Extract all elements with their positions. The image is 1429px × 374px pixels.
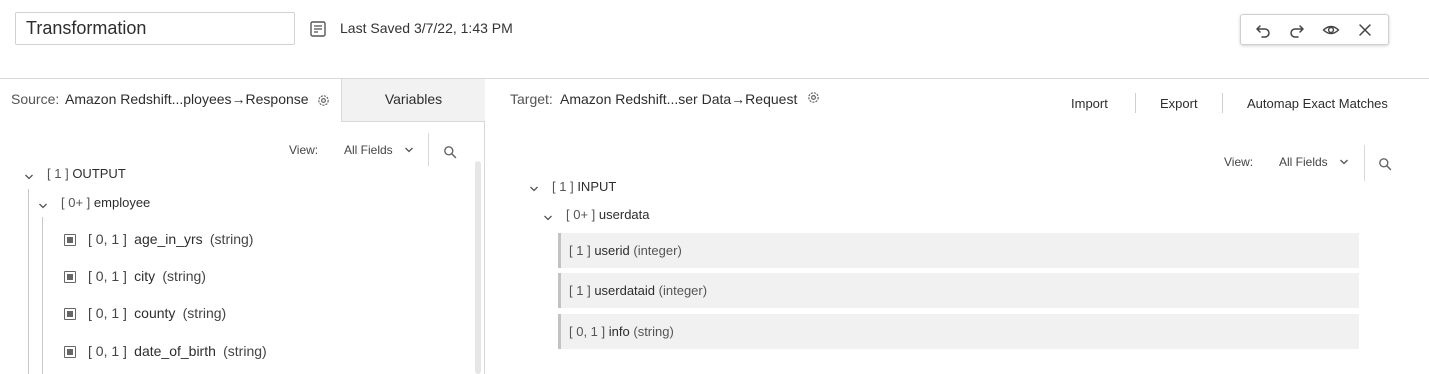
field-name: city bbox=[134, 268, 156, 284]
chevron-down-icon[interactable] bbox=[404, 145, 414, 155]
last-saved-text: Last Saved 3/7/22, 1:43 PM bbox=[340, 20, 513, 36]
source-view-select[interactable]: All Fields bbox=[344, 143, 393, 157]
output-collapse-chevron-icon[interactable] bbox=[24, 172, 34, 182]
header: Last Saved 3/7/22, 1:43 PM bbox=[0, 0, 1429, 79]
tree-node-input[interactable]: [ 1 ] INPUT bbox=[552, 179, 616, 194]
field-cardinality: [ 0, 1 ] bbox=[88, 231, 127, 247]
field-cardinality: [ 1 ] bbox=[569, 283, 591, 298]
field-cardinality: [ 0, 1 ] bbox=[569, 324, 606, 339]
notes-icon[interactable] bbox=[309, 20, 327, 38]
node-cardinality: [ 1 ] bbox=[47, 166, 69, 181]
tree-guide-line bbox=[42, 217, 43, 374]
transformation-name-input[interactable] bbox=[15, 12, 295, 45]
source-field-row[interactable]: [ 0, 1 ] city (string) bbox=[88, 268, 206, 284]
field-checkbox[interactable] bbox=[64, 308, 76, 320]
tree-node-userdata[interactable]: [ 0+ ] userdata bbox=[566, 207, 650, 222]
field-checkbox[interactable] bbox=[64, 271, 76, 283]
import-button[interactable]: Import bbox=[1071, 96, 1108, 111]
chevron-down-icon[interactable] bbox=[1339, 157, 1349, 167]
target-settings-gear-icon[interactable] bbox=[806, 90, 821, 105]
automap-button[interactable]: Automap Exact Matches bbox=[1247, 96, 1388, 111]
source-field-row[interactable]: [ 0, 1 ] age_in_yrs (string) bbox=[88, 231, 253, 247]
source-panel: Source: Amazon Redshift...ployees→Respon… bbox=[0, 79, 485, 374]
target-field-row[interactable]: [ 0, 1 ] info (string) bbox=[558, 314, 1359, 349]
employee-collapse-chevron-icon[interactable] bbox=[38, 201, 48, 211]
target-panel: Target: Amazon Redshift...ser Data→Reque… bbox=[486, 79, 1429, 374]
tree-node-employee[interactable]: [ 0+ ] employee bbox=[61, 195, 150, 210]
source-scrollbar[interactable] bbox=[475, 161, 481, 374]
target-view-label: View: bbox=[1224, 155, 1254, 169]
field-type: (string) bbox=[209, 231, 254, 247]
divider bbox=[1135, 93, 1136, 113]
field-name: date_of_birth bbox=[134, 343, 216, 359]
target-field-row[interactable]: [ 1 ] userdataid (integer) bbox=[558, 273, 1359, 308]
node-name: INPUT bbox=[577, 179, 617, 194]
tree-node-output[interactable]: [ 1 ] OUTPUT bbox=[47, 166, 126, 181]
field-type: (string) bbox=[162, 268, 206, 284]
redo-icon[interactable] bbox=[1288, 21, 1306, 39]
source-label: Source: bbox=[11, 91, 60, 107]
userdata-collapse-chevron-icon[interactable] bbox=[543, 213, 553, 223]
field-cardinality: [ 1 ] bbox=[569, 243, 591, 258]
editor-toolbar bbox=[1240, 14, 1389, 45]
node-name: employee bbox=[93, 195, 151, 210]
source-settings-gear-icon[interactable] bbox=[316, 93, 331, 108]
field-type: (integer) bbox=[658, 283, 708, 298]
target-label: Target: bbox=[510, 91, 553, 107]
node-name: userdata bbox=[598, 207, 650, 222]
target-value: Amazon Redshift...ser Data→Request bbox=[560, 91, 798, 107]
eye-icon[interactable] bbox=[1322, 21, 1340, 39]
field-name: county bbox=[134, 305, 176, 321]
field-cardinality: [ 0, 1 ] bbox=[88, 305, 127, 321]
input-collapse-chevron-icon[interactable] bbox=[529, 184, 539, 194]
source-header: Source: Amazon Redshift...ployees→Respon… bbox=[0, 79, 342, 122]
field-checkbox[interactable] bbox=[64, 234, 76, 246]
node-cardinality: [ 0+ ] bbox=[61, 195, 91, 210]
field-checkbox[interactable] bbox=[64, 346, 76, 358]
field-type: (string) bbox=[633, 324, 674, 339]
source-field-row[interactable]: [ 0, 1 ] date_of_birth (string) bbox=[88, 343, 267, 359]
tree-guide-line bbox=[28, 189, 29, 374]
export-button[interactable]: Export bbox=[1160, 96, 1198, 111]
field-cardinality: [ 0, 1 ] bbox=[88, 343, 127, 359]
node-cardinality: [ 0+ ] bbox=[566, 207, 596, 222]
field-cardinality: [ 0, 1 ] bbox=[88, 268, 127, 284]
undo-icon[interactable] bbox=[1254, 21, 1272, 39]
node-name: OUTPUT bbox=[72, 166, 126, 181]
target-search-icon[interactable] bbox=[1378, 157, 1392, 171]
field-name: userdataid bbox=[594, 283, 656, 298]
field-type: (string) bbox=[182, 305, 227, 321]
close-icon[interactable] bbox=[1356, 21, 1374, 39]
target-view-select[interactable]: All Fields bbox=[1279, 155, 1328, 169]
source-search-icon[interactable] bbox=[443, 145, 457, 159]
source-value: Amazon Redshift...ployees→Response bbox=[65, 91, 309, 107]
source-view-label: View: bbox=[289, 143, 319, 157]
variables-tab[interactable]: Variables bbox=[341, 79, 485, 122]
field-name: userid bbox=[594, 243, 630, 258]
field-name: info bbox=[608, 324, 630, 339]
field-name: age_in_yrs bbox=[134, 231, 203, 247]
divider bbox=[1222, 93, 1223, 113]
field-type: (string) bbox=[223, 343, 267, 359]
node-cardinality: [ 1 ] bbox=[552, 179, 574, 194]
source-field-row[interactable]: [ 0, 1 ] county (string) bbox=[88, 305, 226, 321]
target-field-row[interactable]: [ 1 ] userid (integer) bbox=[558, 233, 1359, 268]
field-type: (integer) bbox=[633, 243, 682, 258]
divider bbox=[1364, 145, 1365, 181]
divider bbox=[428, 133, 429, 166]
